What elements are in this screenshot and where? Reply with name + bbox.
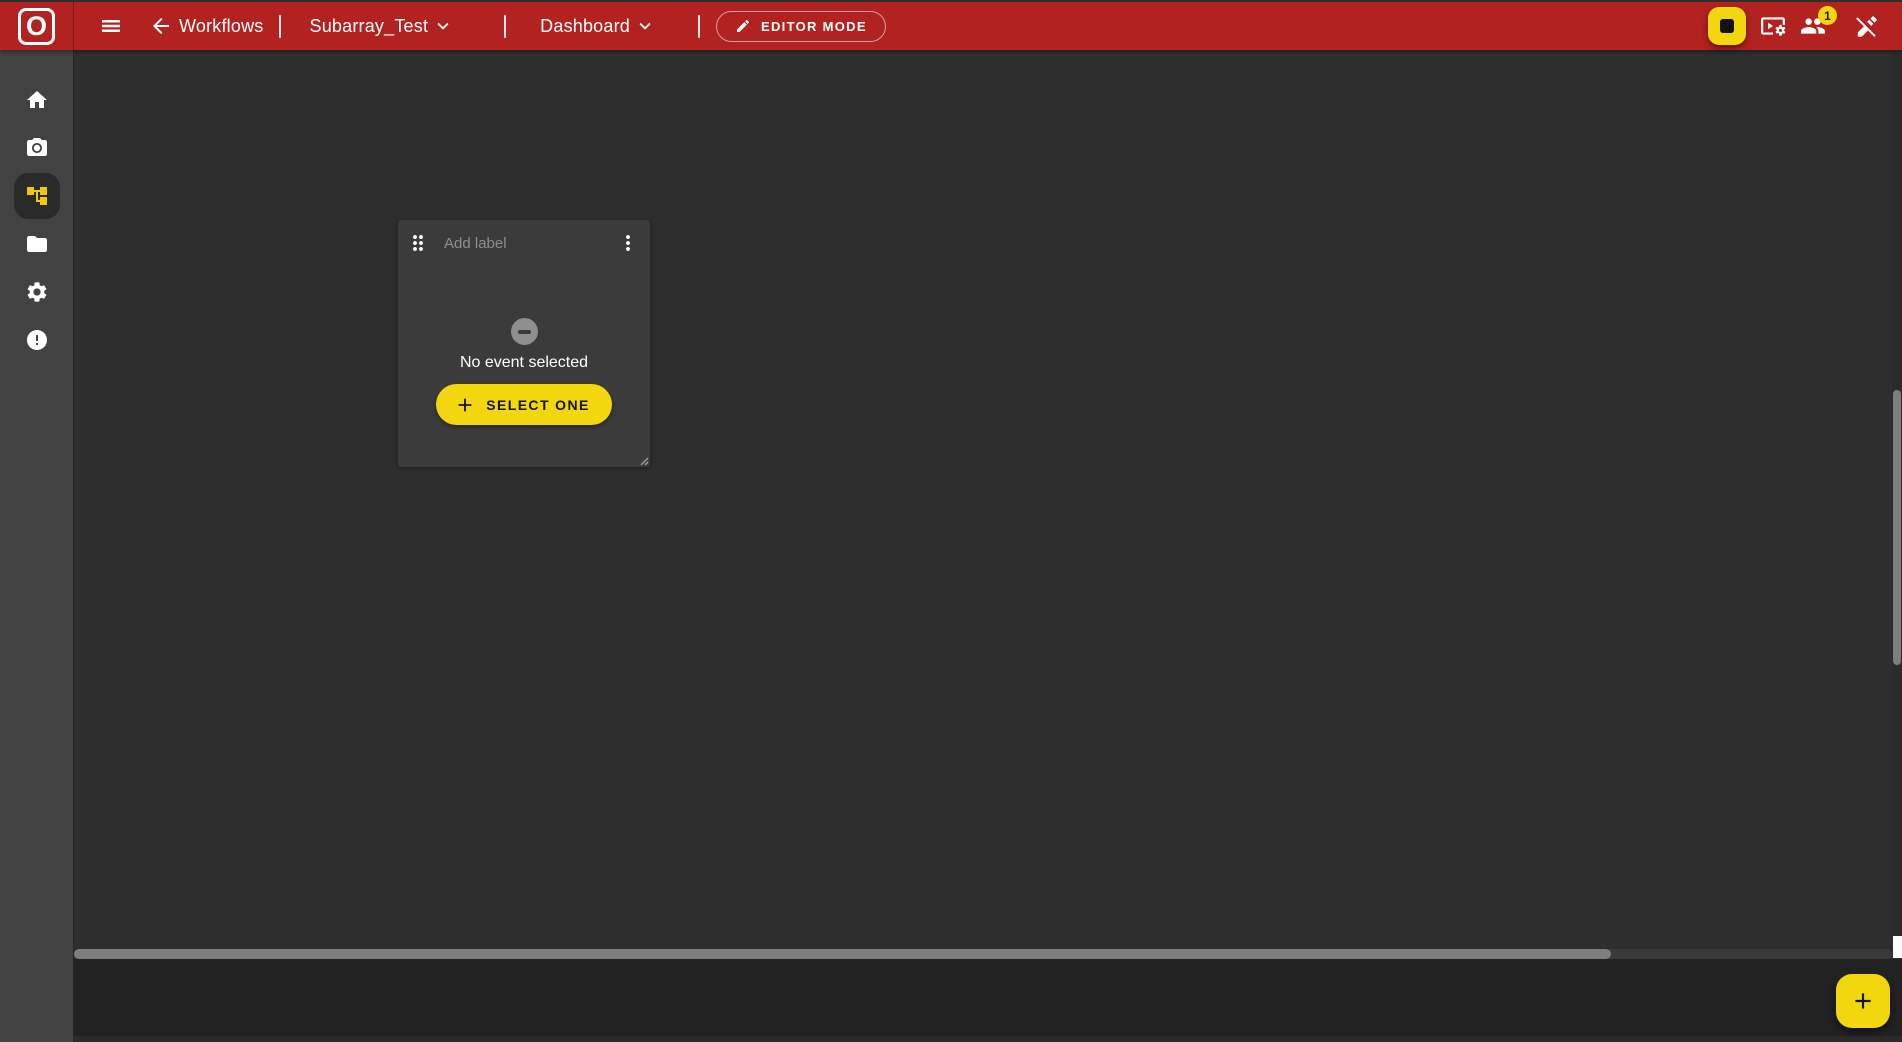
event-widget-card: No event selected SELECT ONE [398, 220, 650, 467]
sidebar-item-home[interactable] [0, 76, 74, 124]
window-top-edge [0, 0, 1902, 2]
back-button[interactable] [149, 14, 173, 38]
gear-icon [25, 280, 49, 304]
select-one-button[interactable]: SELECT ONE [436, 384, 611, 425]
header-divider [279, 15, 281, 38]
editor-mode-label: EDITOR MODE [761, 19, 867, 34]
sidebar-item-files[interactable] [0, 220, 74, 268]
video-settings-icon [1760, 13, 1786, 39]
select-one-label: SELECT ONE [486, 397, 589, 413]
users-button[interactable]: 1 [1800, 13, 1826, 39]
sidebar-item-workflows[interactable] [0, 172, 74, 220]
edit-off-button[interactable] [1854, 13, 1880, 39]
error-icon [25, 328, 49, 352]
sidebar-nav [0, 50, 74, 1042]
folder-icon [25, 232, 49, 256]
add-icon [1850, 988, 1876, 1014]
drag-indicator-icon[interactable] [406, 231, 430, 255]
sidebar-item-alerts[interactable] [0, 316, 74, 364]
stop-button[interactable] [1708, 7, 1746, 45]
horizontal-scrollbar-track [74, 949, 1892, 959]
editor-mode-button[interactable]: EDITOR MODE [716, 11, 886, 42]
video-settings-button[interactable] [1760, 13, 1786, 39]
workspace-selector[interactable]: Subarray_Test [309, 15, 454, 37]
dashboard-canvas[interactable] [75, 50, 1892, 959]
logo-area: O [0, 2, 74, 50]
kebab-icon [616, 231, 640, 255]
users-count-badge: 1 [1818, 6, 1837, 25]
arrow-back-icon [149, 14, 173, 38]
widget-label-input[interactable] [444, 235, 584, 252]
edit-icon [735, 18, 751, 34]
menu-icon [99, 14, 123, 38]
app-window: O Workflows Subarray_Test [0, 0, 1902, 1042]
logo-letter: O [26, 13, 47, 40]
add-icon [454, 394, 476, 416]
sidebar-active-highlight [14, 173, 60, 219]
window-bottom-edge [74, 1036, 1902, 1042]
view-selector-label: Dashboard [540, 16, 630, 37]
workspace-selector-label: Subarray_Test [309, 16, 428, 37]
camera-icon [25, 136, 49, 160]
horizontal-scrollbar-thumb[interactable] [74, 949, 1611, 959]
sidebar-item-settings[interactable] [0, 268, 74, 316]
stop-icon [1720, 19, 1734, 33]
widget-card-header [398, 220, 650, 266]
view-selector[interactable]: Dashboard [540, 15, 656, 37]
bottom-toolbar [74, 959, 1902, 1036]
workflow-tree-icon [25, 184, 49, 208]
header-right: 1 [1708, 2, 1880, 50]
scrollbar-corner [1893, 936, 1902, 958]
empty-state-message: No event selected [460, 354, 588, 372]
home-icon [25, 88, 49, 112]
header-divider [698, 15, 700, 38]
add-widget-fab[interactable] [1836, 974, 1890, 1028]
edit-off-icon [1854, 13, 1880, 39]
widget-menu-button[interactable] [616, 231, 640, 255]
header-divider [504, 15, 506, 38]
sidebar-item-camera[interactable] [0, 124, 74, 172]
app-logo[interactable]: O [18, 8, 55, 45]
header-left: Workflows Subarray_Test Dashboard [74, 2, 886, 50]
app-header: O Workflows Subarray_Test [0, 2, 1902, 50]
chevron-down-icon [432, 15, 454, 37]
vertical-scrollbar-track [1892, 50, 1902, 936]
chevron-down-icon [634, 15, 656, 37]
nav-title: Workflows [179, 16, 263, 37]
resize-grip-icon[interactable] [637, 454, 649, 466]
block-icon [511, 318, 538, 345]
vertical-scrollbar-thumb[interactable] [1893, 390, 1901, 665]
widget-card-body: No event selected SELECT ONE [398, 266, 650, 425]
menu-button[interactable] [99, 14, 123, 38]
